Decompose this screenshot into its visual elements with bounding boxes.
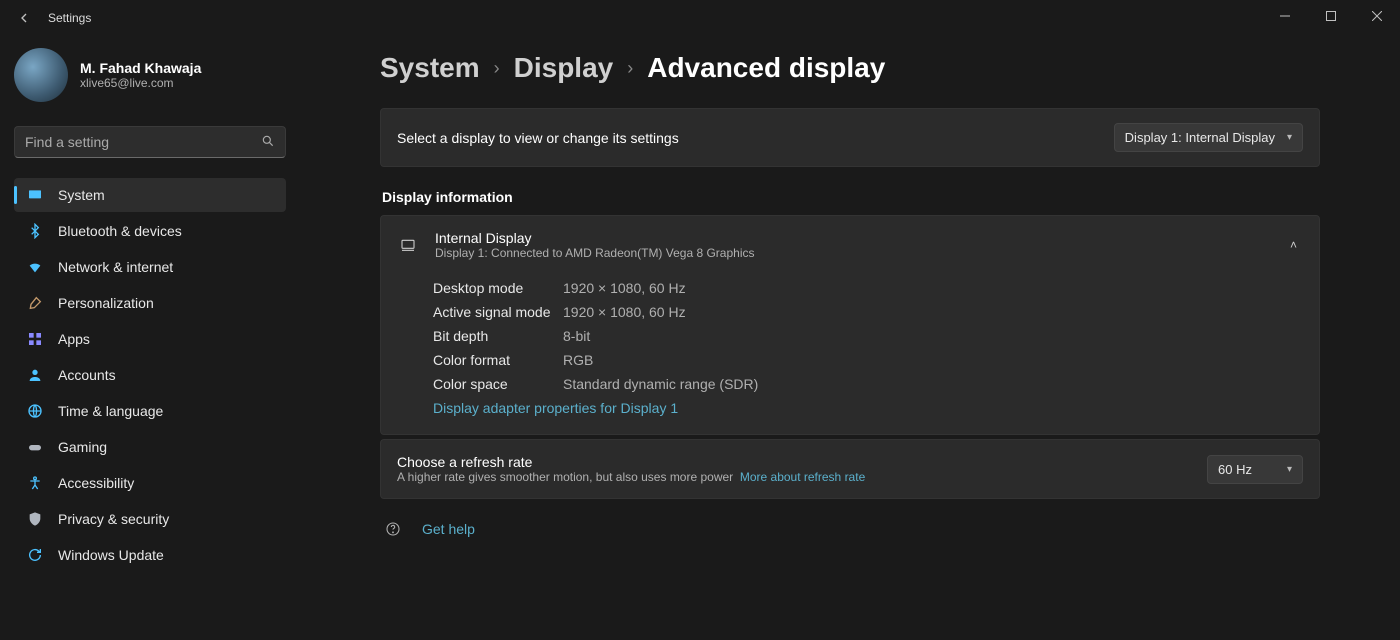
display-detail-grid: Desktop mode1920 × 1080, 60 HzActive sig… [381,274,1319,434]
display-info-header[interactable]: Internal Display Display 1: Connected to… [381,216,1319,274]
search-box[interactable] [14,126,286,158]
detail-row: Bit depth8-bit [433,324,1303,348]
detail-value: 1920 × 1080, 60 Hz [563,304,686,320]
search-icon [261,134,275,151]
detail-key: Desktop mode [433,280,563,296]
adapter-properties-link-row: Display adapter properties for Display 1 [433,396,1303,420]
sidebar-item-label: Network & internet [58,259,173,275]
sidebar-item-accounts[interactable]: Accounts [14,358,286,392]
chevron-up-icon[interactable]: ˄ [1284,232,1303,258]
help-icon [384,521,402,537]
chevron-right-icon: › [494,58,500,79]
detail-value: 8-bit [563,328,590,344]
detail-row: Color spaceStandard dynamic range (SDR) [433,372,1303,396]
monitor-icon [397,234,419,256]
detail-key: Color format [433,352,563,368]
chevron-down-icon: ▾ [1287,464,1292,475]
refresh-rate-panel: Choose a refresh rate A higher rate give… [380,439,1320,499]
back-button[interactable] [12,6,36,30]
sidebar-item-gaming[interactable]: Gaming [14,430,286,464]
refresh-rate-value: 60 Hz [1218,462,1252,477]
crumb-display[interactable]: Display [514,52,614,84]
section-label-display-info: Display information [382,189,1320,205]
sidebar-item-label: Gaming [58,439,107,455]
wifi-icon [26,258,44,276]
refresh-subtitle: A higher rate gives smoother motion, but… [397,470,865,484]
sidebar-item-label: System [58,187,105,203]
accessibility-icon [26,474,44,492]
detail-value: Standard dynamic range (SDR) [563,376,758,392]
globe-icon [26,402,44,420]
brush-icon [26,294,44,312]
profile-email: xlive65@live.com [80,76,201,90]
sidebar-item-apps[interactable]: Apps [14,322,286,356]
sidebar-item-accessibility[interactable]: Accessibility [14,466,286,500]
minimize-button[interactable] [1262,0,1308,32]
window-title: Settings [48,11,91,25]
sidebar-item-label: Time & language [58,403,163,419]
detail-value: 1920 × 1080, 60 Hz [563,280,686,296]
display-card-subtitle: Display 1: Connected to AMD Radeon(TM) V… [435,246,755,260]
refresh-rate-combo[interactable]: 60 Hz ▾ [1207,455,1303,484]
detail-row: Desktop mode1920 × 1080, 60 Hz [433,276,1303,300]
display-card-title: Internal Display [435,230,755,246]
shield-icon [26,510,44,528]
nav-list: System Bluetooth & devices Network & inter… [14,178,286,572]
update-icon [26,546,44,564]
apps-icon [26,330,44,348]
get-help-link[interactable]: Get help [422,521,475,537]
avatar [14,48,68,102]
adapter-properties-link[interactable]: Display adapter properties for Display 1 [433,400,678,416]
sidebar-item-label: Bluetooth & devices [58,223,182,239]
detail-key: Color space [433,376,563,392]
crumb-system[interactable]: System [380,52,480,84]
crumb-advanced-display: Advanced display [647,52,885,84]
sidebar-item-label: Windows Update [58,547,164,563]
sidebar-item-bluetooth-devices[interactable]: Bluetooth & devices [14,214,286,248]
detail-row: Active signal mode1920 × 1080, 60 Hz [433,300,1303,324]
sidebar-item-privacy-security[interactable]: Privacy & security [14,502,286,536]
content: System › Display › Advanced display Sele… [300,36,1400,640]
chevron-right-icon: › [627,58,633,79]
sidebar-item-label: Apps [58,331,90,347]
display-selector-label: Select a display to view or change its s… [397,130,679,146]
chevron-down-icon: ▾ [1287,132,1292,143]
search-input[interactable] [25,134,261,150]
sidebar-item-personalization[interactable]: Personalization [14,286,286,320]
get-help-row[interactable]: Get help [380,503,1320,555]
sidebar-item-label: Accessibility [58,475,134,491]
display-selector-combo[interactable]: Display 1: Internal Display ▾ [1114,123,1303,152]
monitor-icon [26,186,44,204]
display-info-card: Internal Display Display 1: Connected to… [380,215,1320,435]
detail-key: Bit depth [433,328,563,344]
display-selector-value: Display 1: Internal Display [1125,130,1275,145]
breadcrumb: System › Display › Advanced display [380,52,1320,84]
detail-row: Color formatRGB [433,348,1303,372]
sidebar-item-label: Privacy & security [58,511,169,527]
person-icon [26,366,44,384]
window-controls [1262,0,1400,32]
sidebar-item-network-internet[interactable]: Network & internet [14,250,286,284]
gamepad-icon [26,438,44,456]
sidebar: M. Fahad Khawaja xlive65@live.com System… [0,36,300,640]
display-selector-panel: Select a display to view or change its s… [380,108,1320,167]
title-bar: Settings [0,0,1400,36]
bluetooth-icon [26,222,44,240]
profile-block[interactable]: M. Fahad Khawaja xlive65@live.com [14,48,286,102]
maximize-button[interactable] [1308,0,1354,32]
detail-value: RGB [563,352,593,368]
sidebar-item-label: Personalization [58,295,154,311]
refresh-title: Choose a refresh rate [397,454,865,470]
more-refresh-link[interactable]: More about refresh rate [740,470,865,484]
close-button[interactable] [1354,0,1400,32]
sidebar-item-system[interactable]: System [14,178,286,212]
detail-key: Active signal mode [433,304,563,320]
sidebar-item-time-language[interactable]: Time & language [14,394,286,428]
sidebar-item-label: Accounts [58,367,116,383]
sidebar-item-windows-update[interactable]: Windows Update [14,538,286,572]
profile-name: M. Fahad Khawaja [80,60,201,76]
